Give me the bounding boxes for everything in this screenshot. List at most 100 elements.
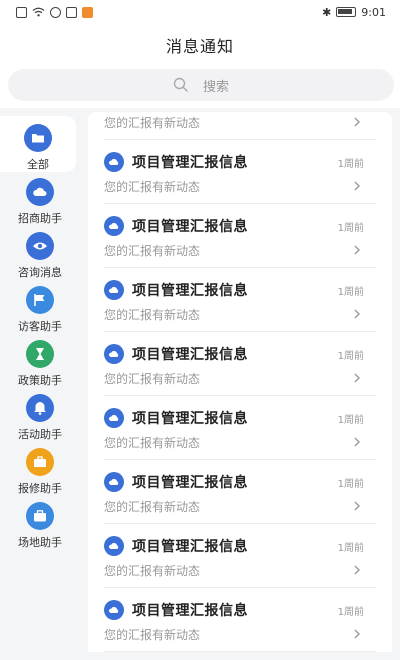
message-time: 1周前 bbox=[337, 478, 364, 490]
message-desc: 您的汇报有新动态 bbox=[104, 435, 201, 450]
message-title: 项目管理汇报信息 bbox=[132, 347, 248, 363]
search-input[interactable]: 搜索 bbox=[8, 69, 394, 101]
list-item[interactable]: 项目管理汇报信息 1周前 您的汇报有新动态 bbox=[104, 524, 376, 588]
search-section: 搜索 bbox=[0, 66, 400, 108]
chevron-right-icon bbox=[354, 629, 360, 639]
list-item[interactable]: 项目管理汇报信息 1周前 您的汇报有新动态 bbox=[104, 396, 376, 460]
sidebar-item-venue[interactable]: 场地助手 bbox=[0, 494, 80, 550]
sidebar-item-activity[interactable]: 活动助手 bbox=[0, 386, 80, 442]
message-subline: 您的汇报有新动态 bbox=[104, 240, 376, 260]
message-desc: 您的汇报有新动态 bbox=[104, 115, 201, 130]
vpn-icon bbox=[50, 6, 61, 18]
message-time: 1周前 bbox=[337, 414, 364, 426]
sidebar-item-visitor[interactable]: 访客助手 bbox=[0, 278, 80, 334]
message-header: 项目管理汇报信息 1周前 bbox=[104, 151, 376, 173]
sidebar-item-policy[interactable]: 政策助手 bbox=[0, 332, 80, 388]
message-subline: 您的汇报有新动态 bbox=[104, 560, 376, 580]
message-subline: 您的汇报有新动态 bbox=[104, 304, 376, 324]
chevron-right-icon bbox=[354, 437, 360, 447]
message-title: 项目管理汇报信息 bbox=[132, 283, 248, 299]
cloud-icon bbox=[104, 280, 124, 300]
message-desc: 您的汇报有新动态 bbox=[104, 563, 201, 578]
message-desc: 您的汇报有新动态 bbox=[104, 307, 201, 322]
status-right-icons: ✱ 9:01 bbox=[322, 6, 386, 19]
bottom-edge bbox=[0, 652, 400, 660]
message-subline: 您的汇报有新动态 bbox=[104, 176, 376, 196]
message-header: 项目管理汇报信息 1周前 bbox=[104, 407, 376, 429]
cloud-icon bbox=[104, 216, 124, 236]
search-icon bbox=[173, 77, 188, 92]
status-bar: ✱ 9:01 bbox=[0, 0, 400, 24]
message-time: 1周前 bbox=[337, 286, 364, 298]
page-title: 消息通知 bbox=[165, 37, 234, 56]
message-header: 项目管理汇报信息 1周前 bbox=[104, 343, 376, 365]
bell-icon bbox=[26, 394, 54, 422]
chevron-right-icon bbox=[354, 309, 360, 319]
message-subline: 您的汇报有新动态 bbox=[104, 496, 376, 516]
wifi-icon bbox=[32, 7, 45, 17]
message-title: 项目管理汇报信息 bbox=[132, 219, 248, 235]
message-title: 项目管理汇报信息 bbox=[132, 411, 248, 427]
search-placeholder: 搜索 bbox=[202, 79, 229, 95]
cloud-icon bbox=[104, 472, 124, 492]
message-desc: 您的汇报有新动态 bbox=[104, 243, 201, 258]
list-item[interactable]: 项目管理汇报信息 1周前 您的汇报有新动态 bbox=[104, 268, 376, 332]
chevron-right-icon bbox=[354, 117, 360, 127]
eye-icon bbox=[26, 232, 54, 260]
message-title: 项目管理汇报信息 bbox=[132, 603, 248, 619]
folder-icon bbox=[24, 124, 52, 152]
sidebar-item-repair[interactable]: 报修助手 bbox=[0, 440, 80, 496]
bluetooth-icon: ✱ bbox=[322, 5, 332, 19]
sim-icon bbox=[16, 6, 27, 18]
list-item[interactable]: 项目管理汇报信息 1周前 您的汇报有新动态 bbox=[104, 332, 376, 396]
cloud-icon bbox=[26, 178, 54, 206]
message-header: 项目管理汇报信息 1周前 bbox=[104, 471, 376, 493]
message-subline: 您的汇报有新动态 bbox=[104, 112, 376, 132]
chevron-right-icon bbox=[354, 501, 360, 511]
flag-icon bbox=[26, 286, 54, 314]
orange-app-icon bbox=[82, 6, 93, 18]
sidebar-item-label: 场地助手 bbox=[18, 536, 62, 549]
status-left-icons bbox=[16, 6, 93, 18]
message-time: 1周前 bbox=[337, 158, 364, 170]
category-sidebar: 全部 招商助手 咨询消息 访客助手 政策助手 活动助手 报修助手 场地助手 bbox=[0, 112, 80, 660]
status-time: 9:01 bbox=[361, 5, 386, 19]
message-title: 项目管理汇报信息 bbox=[132, 539, 248, 555]
message-time: 1周前 bbox=[337, 350, 364, 362]
chevron-right-icon bbox=[354, 245, 360, 255]
cloud-icon bbox=[104, 536, 124, 556]
message-header: 项目管理汇报信息 1周前 bbox=[104, 599, 376, 621]
message-time: 1周前 bbox=[337, 606, 364, 618]
list-item[interactable]: 项目管理汇报信息 1周前 您的汇报有新动态 bbox=[104, 204, 376, 268]
cloud-icon bbox=[104, 152, 124, 172]
message-subline: 您的汇报有新动态 bbox=[104, 432, 376, 452]
sidebar-item-investment[interactable]: 招商助手 bbox=[0, 170, 80, 226]
message-title: 项目管理汇报信息 bbox=[132, 475, 248, 491]
message-subline: 您的汇报有新动态 bbox=[104, 368, 376, 388]
chevron-right-icon bbox=[354, 565, 360, 575]
message-header: 项目管理汇报信息 1周前 bbox=[104, 215, 376, 237]
mail-icon bbox=[66, 6, 77, 18]
list-item[interactable]: 您的汇报有新动态 bbox=[104, 112, 376, 140]
message-title: 项目管理汇报信息 bbox=[132, 155, 248, 171]
message-list: 您的汇报有新动态 项目管理汇报信息 1周前 您的汇报有新动态 项目管理汇报信息 … bbox=[88, 112, 392, 660]
sidebar-item-consult[interactable]: 咨询消息 bbox=[0, 224, 80, 280]
sidebar-item-all[interactable]: 全部 bbox=[0, 116, 76, 172]
page-header: 消息通知 bbox=[0, 24, 400, 66]
hourglass-icon bbox=[26, 340, 54, 368]
message-desc: 您的汇报有新动态 bbox=[104, 499, 201, 514]
toolbox-icon bbox=[26, 448, 54, 476]
chevron-right-icon bbox=[354, 181, 360, 191]
message-header: 项目管理汇报信息 1周前 bbox=[104, 279, 376, 301]
briefcase-icon bbox=[26, 502, 54, 530]
message-desc: 您的汇报有新动态 bbox=[104, 627, 201, 642]
list-item[interactable]: 项目管理汇报信息 1周前 您的汇报有新动态 bbox=[104, 588, 376, 652]
message-subline: 您的汇报有新动态 bbox=[104, 624, 376, 644]
list-item[interactable]: 项目管理汇报信息 1周前 您的汇报有新动态 bbox=[104, 140, 376, 204]
message-time: 1周前 bbox=[337, 222, 364, 234]
message-time: 1周前 bbox=[337, 542, 364, 554]
list-item[interactable]: 项目管理汇报信息 1周前 您的汇报有新动态 bbox=[104, 460, 376, 524]
cloud-icon bbox=[104, 600, 124, 620]
cloud-icon bbox=[104, 408, 124, 428]
chevron-right-icon bbox=[354, 373, 360, 383]
